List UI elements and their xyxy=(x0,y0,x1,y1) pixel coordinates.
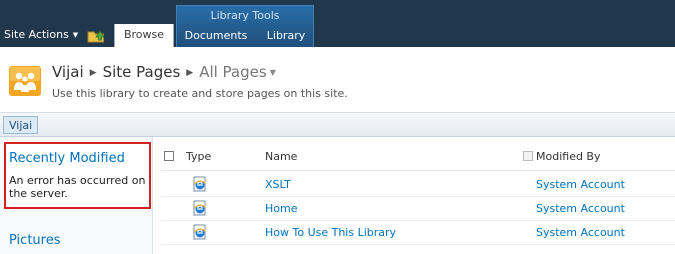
breadcrumb-view-selector[interactable]: All Pages ▼ xyxy=(199,63,276,81)
breadcrumb: Vijai ▶ Site Pages ▶ All Pages ▼ xyxy=(52,63,276,81)
recently-modified-panel: Recently Modified An error has occurred … xyxy=(4,142,151,209)
site-actions-menu[interactable]: Site Actions ▼ xyxy=(4,28,78,41)
select-all-checkbox[interactable] xyxy=(164,151,174,161)
context-group-title: Library Tools xyxy=(210,9,280,22)
breadcrumb-list[interactable]: Site Pages xyxy=(103,63,181,81)
tab-documents[interactable]: Documents xyxy=(181,25,251,47)
tab-browse[interactable]: Browse xyxy=(114,24,174,47)
column-header-name[interactable]: Name xyxy=(265,150,297,163)
top-link-bar: Vijai xyxy=(0,112,675,137)
breadcrumb-view: All Pages xyxy=(199,63,267,81)
row-modified-by-link[interactable]: System Account xyxy=(536,202,625,215)
site-actions-label: Site Actions xyxy=(4,28,69,41)
ie-page-icon xyxy=(193,176,206,192)
ribbon: Library Tools Site Actions ▼ Browse Docum… xyxy=(0,0,675,47)
table-row[interactable]: XSLT System Account xyxy=(153,173,675,197)
table-row[interactable]: Home System Account xyxy=(153,197,675,221)
header-divider xyxy=(161,170,675,171)
row-modified-by-link[interactable]: System Account xyxy=(536,178,625,191)
recently-modified-title[interactable]: Recently Modified xyxy=(9,151,125,166)
nav-item-pictures[interactable]: Pictures xyxy=(9,233,60,248)
chevron-down-icon: ▼ xyxy=(269,68,276,77)
chevron-down-icon: ▼ xyxy=(72,31,79,39)
column-select-icon xyxy=(523,151,533,161)
breadcrumb-arrow-icon: ▶ xyxy=(186,68,194,78)
row-modified-by-link[interactable]: System Account xyxy=(536,226,625,239)
breadcrumb-arrow-icon: ▶ xyxy=(89,68,97,78)
tab-library[interactable]: Library xyxy=(262,25,310,47)
top-nav-item-vijai[interactable]: Vijai xyxy=(3,116,39,134)
title-area: Vijai ▶ Site Pages ▶ All Pages ▼ Use this lib… xyxy=(0,47,675,112)
row-name-link[interactable]: How To Use This Library xyxy=(265,226,396,239)
ie-page-icon xyxy=(193,224,206,240)
breadcrumb-site[interactable]: Vijai xyxy=(52,63,84,81)
table-row[interactable]: How To Use This Library System Account xyxy=(153,221,675,245)
quick-launch: Recently Modified An error has occurred … xyxy=(0,137,153,254)
column-header-modified-by[interactable]: Modified By xyxy=(536,150,601,163)
row-name-link[interactable]: XSLT xyxy=(265,178,291,191)
navigate-up-icon[interactable] xyxy=(87,27,105,43)
site-logo-icon xyxy=(9,66,41,96)
error-message: An error has occurred on the server. xyxy=(9,174,146,200)
page-description: Use this library to create and store pag… xyxy=(52,87,348,100)
row-divider xyxy=(161,244,675,245)
row-name-link[interactable]: Home xyxy=(265,202,297,215)
ie-page-icon xyxy=(193,200,206,216)
list-view: Type Name Modified By XSLT System Accoun… xyxy=(153,137,675,254)
column-header-type[interactable]: Type xyxy=(186,150,211,163)
